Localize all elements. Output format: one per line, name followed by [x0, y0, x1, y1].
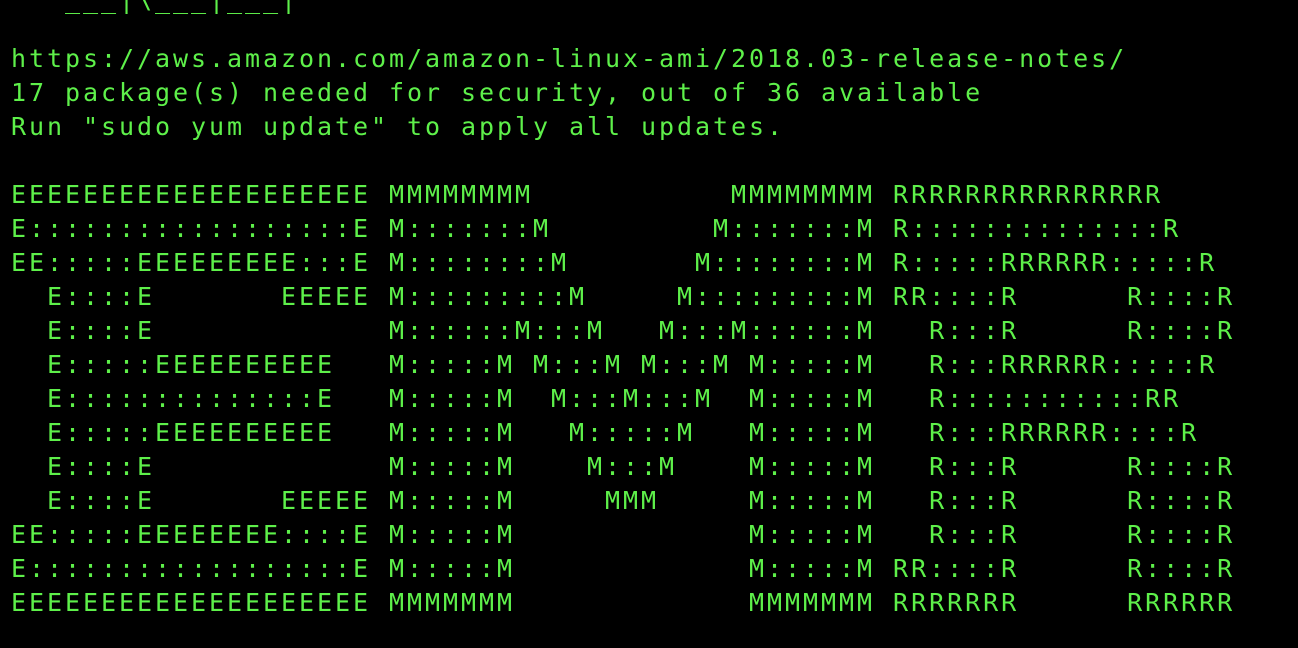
emr-banner-line: E::::::::::::::::::E M:::::M M:::::M RR:… — [11, 554, 1236, 583]
update-instruction: Run "sudo yum update" to apply all updat… — [11, 112, 786, 141]
emr-banner-line: EE:::::EEEEEEEEE:::E M::::::::M M:::::::… — [11, 248, 1218, 277]
emr-banner-line: E::::::::::::::E M:::::M M:::M:::M M::::… — [11, 384, 1182, 413]
terminal-window[interactable]: ___|\___|___| https://aws.amazon.com/ama… — [0, 0, 1298, 648]
emr-banner-line: E:::::EEEEEEEEEE M:::::M M:::M M:::M M::… — [11, 350, 1218, 379]
emr-banner-line: E::::E EEEEE M:::::::::M M:::::::::M RR:… — [11, 282, 1236, 311]
emr-banner-line: E::::::::::::::::::E M:::::::M M:::::::M… — [11, 214, 1182, 243]
ascii-art-fragment: ___|\___|___| — [11, 0, 299, 17]
emr-banner-line: E::::E M::::::M:::M M:::M::::::M R:::R R… — [11, 316, 1236, 345]
emr-banner-line: E:::::EEEEEEEEEE M:::::M M:::::M M:::::M… — [11, 418, 1200, 447]
emr-banner-line: E::::E EEEEE M:::::M MMM M:::::M R:::R R… — [11, 486, 1236, 515]
emr-banner-line: EEEEEEEEEEEEEEEEEEEE MMMMMMM MMMMMMM RRR… — [11, 588, 1236, 617]
emr-banner-line: E::::E M:::::M M:::M M:::::M R:::R R::::… — [11, 452, 1236, 481]
emr-banner-line: EEEEEEEEEEEEEEEEEEEE MMMMMMMM MMMMMMMM R… — [11, 180, 1164, 209]
emr-banner-line: EE:::::EEEEEEEE::::E M:::::M M:::::M R::… — [11, 520, 1236, 549]
security-updates-message: 17 package(s) needed for security, out o… — [11, 78, 984, 107]
release-notes-url: https://aws.amazon.com/amazon-linux-ami/… — [11, 44, 1128, 73]
